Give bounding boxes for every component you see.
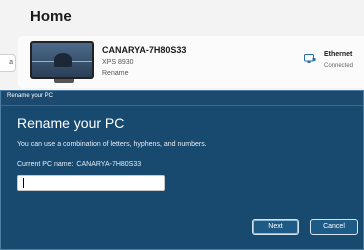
device-model: XPS 8930 [102, 59, 134, 66]
dialog-heading: Rename your PC [17, 115, 125, 131]
monitor-stand-icon [54, 79, 74, 83]
text-caret [23, 178, 24, 188]
next-button[interactable]: Next [252, 219, 299, 235]
device-card: CANARYA-7H80S33 XPS 8930 Rename Ethernet… [18, 36, 364, 88]
current-pc-name-label: Current PC name: [17, 161, 74, 168]
network-title: Ethernet [324, 51, 353, 58]
dialog-titlebar-text: Rename your PC [7, 93, 54, 99]
rename-link[interactable]: Rename [102, 70, 128, 77]
wallpaper-thumbnail [30, 41, 94, 79]
current-pc-name: Current PC name: CANARYA-7H80S33 [17, 161, 141, 168]
device-name: CANARYA-7H80S33 [102, 45, 187, 55]
monitor-network-icon [304, 54, 316, 63]
dialog-titlebar[interactable]: Rename your PC [1, 91, 363, 106]
cancel-button[interactable]: Cancel [310, 219, 358, 235]
network-status: Connected [324, 63, 354, 69]
current-pc-name-value: CANARYA-7H80S33 [76, 161, 142, 168]
new-pc-name-input[interactable] [17, 175, 165, 191]
rename-pc-dialog: Rename your PC Rename your PC You can us… [0, 90, 364, 250]
search-box-edge[interactable]: a [0, 54, 16, 72]
page-title: Home [30, 8, 72, 25]
dialog-description: You can use a combination of letters, hy… [17, 141, 207, 148]
